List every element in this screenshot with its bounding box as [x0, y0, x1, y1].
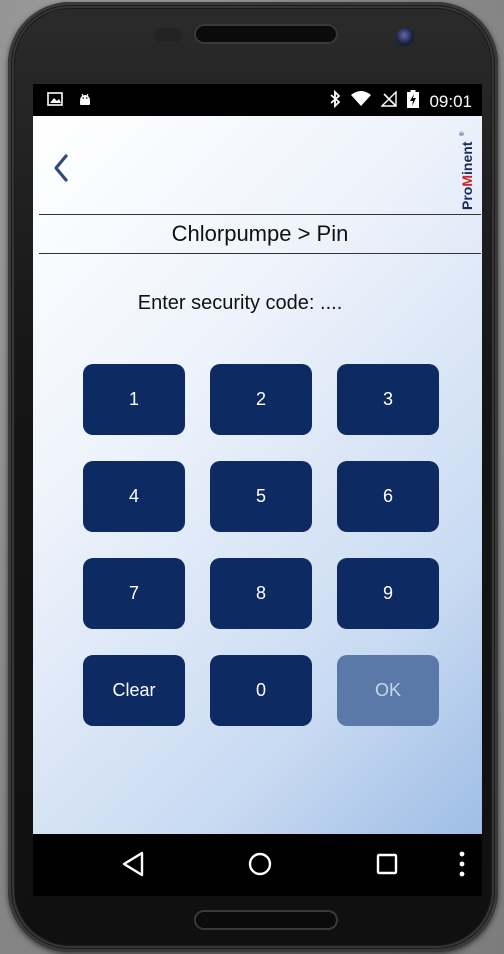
top-speaker	[194, 24, 338, 44]
key-5-button[interactable]: 5	[210, 461, 312, 532]
recents-square-icon	[375, 853, 399, 882]
key-2-button[interactable]: 2	[210, 364, 312, 435]
key-0-button[interactable]: 0	[210, 655, 312, 726]
key-6-button[interactable]: 6	[337, 461, 439, 532]
bluetooth-icon	[329, 89, 341, 113]
clear-button[interactable]: Clear	[83, 655, 185, 726]
image-icon	[47, 92, 63, 111]
key-9-button[interactable]: 9	[337, 558, 439, 629]
key-1-button[interactable]: 1	[83, 364, 185, 435]
nav-back-button[interactable]	[121, 850, 145, 883]
page-title: Chlorpumpe > Pin	[39, 214, 481, 254]
overflow-menu-icon	[457, 851, 467, 882]
back-button[interactable]	[47, 150, 77, 186]
android-icon	[77, 91, 93, 112]
front-camera	[396, 28, 414, 46]
home-circle-icon	[247, 852, 273, 882]
proximity-sensor	[154, 28, 182, 42]
overflow-menu-button[interactable]	[457, 850, 467, 883]
key-8-button[interactable]: 8	[210, 558, 312, 629]
security-code-prompt: Enter security code: ....	[137, 292, 343, 314]
chevron-left-icon	[47, 154, 77, 190]
page-title-text: Chlorpumpe > Pin	[171, 221, 349, 246]
navigation-bar	[33, 834, 482, 896]
key-7-button[interactable]: 7	[83, 558, 185, 629]
key-4-button[interactable]: 4	[83, 461, 185, 532]
app-content: ProMinent ® Chlorpumpe > Pin Enter secur…	[33, 116, 482, 834]
key-3-button[interactable]: 3	[337, 364, 439, 435]
wifi-icon	[351, 91, 372, 112]
no-signal-icon	[380, 90, 398, 112]
prominent-logo: ProMinent ®	[456, 126, 478, 210]
status-bar: 09:01	[33, 84, 482, 116]
battery-charging-icon	[407, 90, 420, 113]
ok-button[interactable]: OK	[337, 655, 439, 726]
svg-text:®: ®	[459, 131, 466, 136]
bottom-speaker	[194, 910, 338, 930]
back-triangle-icon	[121, 851, 145, 882]
pin-keypad: 1 2 3 4 5 6 7 8 9 Clear 0 OK	[83, 364, 439, 726]
nav-home-button[interactable]	[247, 850, 273, 883]
svg-text:ProMinent: ProMinent	[459, 141, 475, 210]
status-time: 09:01	[429, 91, 472, 111]
phone-screen: 09:01 ProMinent ® Chlorpumpe > Pin Enter…	[33, 84, 482, 896]
nav-recents-button[interactable]	[375, 850, 399, 883]
